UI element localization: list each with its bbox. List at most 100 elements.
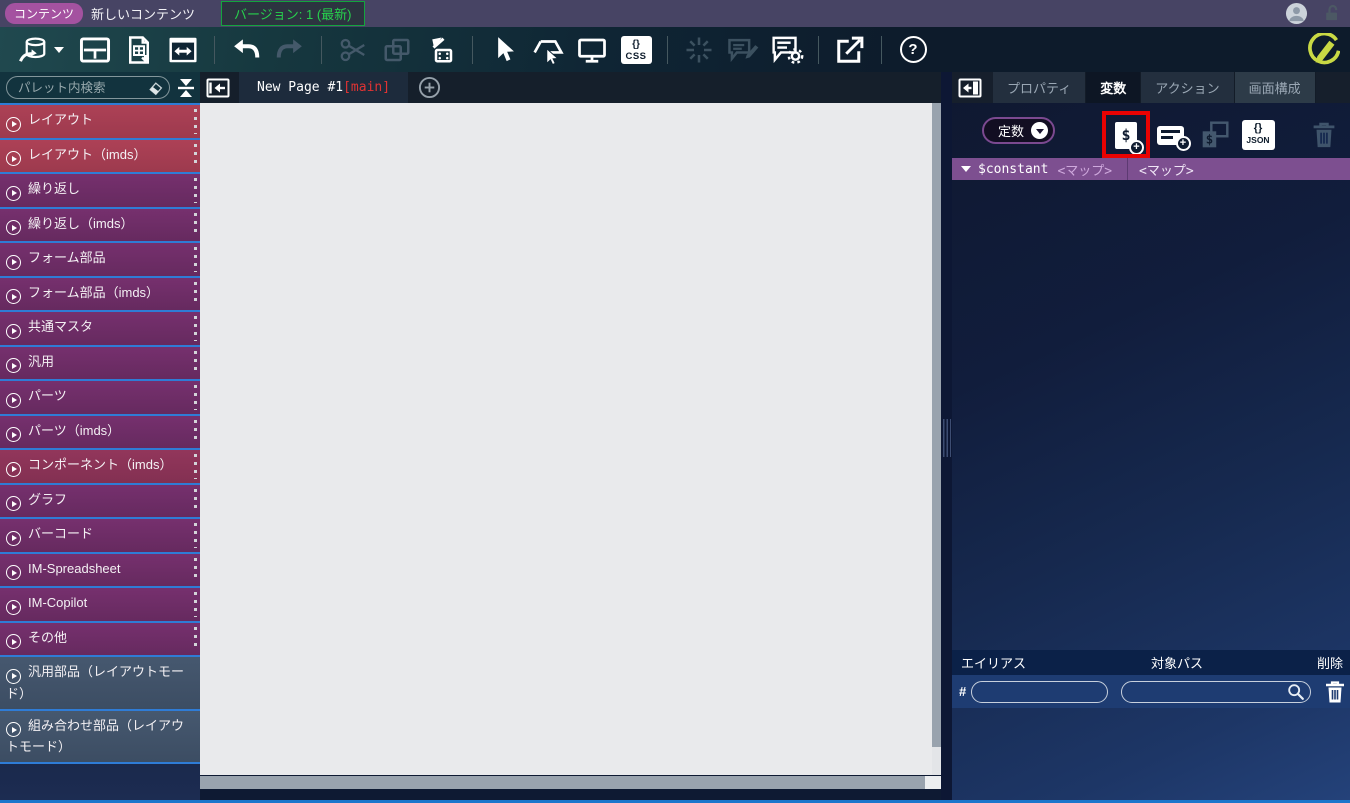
duplicate-variable-button[interactable]: $ — [1197, 118, 1233, 152]
palette-category-label: 組み合わせ部品（レイアウトモード） — [6, 718, 184, 755]
palette-category[interactable]: フォーム部品（imds） — [0, 278, 200, 313]
palette-category-label: 汎用部品（レイアウトモード） — [6, 664, 184, 701]
vertical-scrollbar[interactable] — [932, 103, 941, 775]
delete-alias-button[interactable] — [1323, 679, 1347, 705]
scrollbar-corner — [925, 776, 941, 789]
palette-category[interactable]: パーツ — [0, 381, 200, 416]
drag-handle-dots — [194, 489, 197, 514]
drag-handle-dots — [194, 385, 197, 410]
play-icon — [6, 634, 21, 649]
page-tab[interactable]: New Page #1[main] — [239, 72, 408, 103]
palette-category[interactable]: 共通マスタ — [0, 312, 200, 347]
vertical-scrollbar-thumb[interactable] — [932, 103, 941, 747]
horizontal-scrollbar[interactable] — [200, 775, 941, 790]
palette-category[interactable]: 繰り返し（imds） — [0, 209, 200, 244]
palette-category[interactable]: IM-Spreadsheet — [0, 554, 200, 589]
palette-category[interactable]: コンポーネント（imds） — [0, 450, 200, 485]
user-avatar-icon[interactable] — [1285, 2, 1308, 25]
panel-tab[interactable]: 変数 — [1086, 72, 1141, 103]
add-entry-button[interactable]: + — [1152, 118, 1188, 152]
palette-category[interactable]: レイアウト（imds） — [0, 140, 200, 175]
toolbar-divider — [667, 36, 668, 64]
palette-category[interactable]: バーコード — [0, 519, 200, 554]
help-button[interactable]: ? — [896, 33, 930, 67]
palette-search-input[interactable] — [6, 76, 170, 99]
paste-button[interactable] — [424, 33, 458, 67]
palette-category[interactable]: レイアウト — [0, 105, 200, 140]
version-badge: バージョン: 1 (最新) — [221, 1, 364, 26]
drag-handle-dots — [194, 213, 197, 238]
delete-variable-button[interactable] — [1306, 118, 1342, 152]
palette-category-label: レイアウト（imds） — [28, 147, 146, 162]
panel-tab[interactable]: アクション — [1141, 72, 1234, 103]
target-path-box — [1121, 681, 1311, 703]
play-icon — [6, 669, 21, 684]
expand-caret-icon[interactable] — [961, 166, 971, 172]
export-document-button[interactable] — [122, 33, 156, 67]
deploy-database-button[interactable] — [16, 33, 50, 67]
palette-category[interactable]: その他 — [0, 623, 200, 658]
drag-handle-dots — [194, 316, 197, 341]
alias-prefix: # — [959, 684, 966, 699]
target-path-input[interactable] — [1121, 681, 1311, 703]
search-icon[interactable] — [1286, 682, 1306, 705]
palette-category-list: レイアウト レイアウト（imds） 繰り返し 繰り返し（imds — [0, 103, 200, 764]
palette-category[interactable]: 繰り返し — [0, 174, 200, 209]
palette-category[interactable]: 汎用 — [0, 347, 200, 382]
element-select-button[interactable] — [531, 33, 565, 67]
variable-value: <マップ> — [1128, 160, 1350, 179]
variable-row[interactable]: $constant <マップ> <マップ> — [952, 158, 1350, 180]
add-variable-button[interactable]: $+ — [1108, 118, 1144, 152]
palette-category-label: 共通マスタ — [28, 319, 93, 334]
edit-mode-pencil-icon[interactable] — [1306, 33, 1340, 67]
collapse-all-icon[interactable] — [176, 77, 196, 99]
preview-monitor-button[interactable] — [575, 33, 609, 67]
layout-template-button[interactable] — [78, 33, 112, 67]
alias-column-header: エイリアス — [961, 653, 1151, 672]
play-icon — [6, 289, 21, 304]
drag-handle-dots — [194, 144, 197, 169]
copy-button[interactable] — [380, 33, 414, 67]
open-external-button[interactable] — [833, 33, 867, 67]
panel-tabs: プロパティ 変数 アクション 画面構成 — [993, 72, 1316, 103]
palette-category[interactable]: IM-Copilot — [0, 588, 200, 623]
comment-settings-button[interactable] — [770, 33, 804, 67]
collapse-panel-button[interactable] — [955, 75, 985, 101]
design-canvas[interactable] — [200, 103, 932, 775]
variable-scope-dropdown[interactable]: 定数 — [982, 117, 1055, 144]
palette-category[interactable]: 汎用部品（レイアウトモード） — [0, 657, 200, 711]
palette-category-label: グラフ — [28, 492, 67, 507]
css-editor-button[interactable]: {}CSS — [619, 33, 653, 67]
right-panel: プロパティ 変数 アクション 画面構成 定数 $+ — [952, 72, 1350, 803]
panel-splitter[interactable] — [941, 72, 952, 803]
deploy-dropdown-arrow[interactable] — [52, 33, 66, 67]
drag-handle-dots — [194, 523, 197, 548]
eraser-icon[interactable] — [147, 80, 163, 99]
alias-input[interactable] — [971, 681, 1108, 703]
dropdown-arrow-icon — [1031, 122, 1048, 139]
comment-edit-button[interactable] — [726, 33, 760, 67]
play-icon — [6, 151, 21, 166]
palette-category[interactable]: グラフ — [0, 485, 200, 520]
drag-handle-dots — [194, 558, 197, 583]
ai-assist-button[interactable] — [682, 33, 716, 67]
undo-button[interactable] — [229, 33, 263, 67]
select-cursor-button[interactable] — [487, 33, 521, 67]
panel-tab[interactable]: 画面構成 — [1235, 72, 1316, 103]
unlock-icon[interactable] — [1322, 3, 1342, 24]
palette-category[interactable]: フォーム部品 — [0, 243, 200, 278]
add-page-button[interactable] — [418, 76, 441, 99]
redo-button[interactable] — [273, 33, 307, 67]
collapse-palette-button[interactable] — [203, 75, 233, 101]
alias-table-header: エイリアス 対象パス 削除 — [952, 650, 1350, 675]
horizontal-scrollbar-thumb[interactable] — [200, 776, 925, 789]
palette-category[interactable]: 組み合わせ部品（レイアウトモード） — [0, 711, 200, 765]
json-variable-button[interactable]: {}JSON — [1240, 118, 1276, 152]
cut-button[interactable] — [336, 33, 370, 67]
drag-handle-dots — [194, 592, 197, 617]
palette-category[interactable]: パーツ（imds） — [0, 416, 200, 451]
resize-width-button[interactable] — [166, 33, 200, 67]
palette-sidebar: レイアウト レイアウト（imds） 繰り返し 繰り返し（imds — [0, 72, 200, 803]
panel-tab[interactable]: プロパティ — [993, 72, 1086, 103]
variable-name: $constant — [978, 162, 1048, 177]
